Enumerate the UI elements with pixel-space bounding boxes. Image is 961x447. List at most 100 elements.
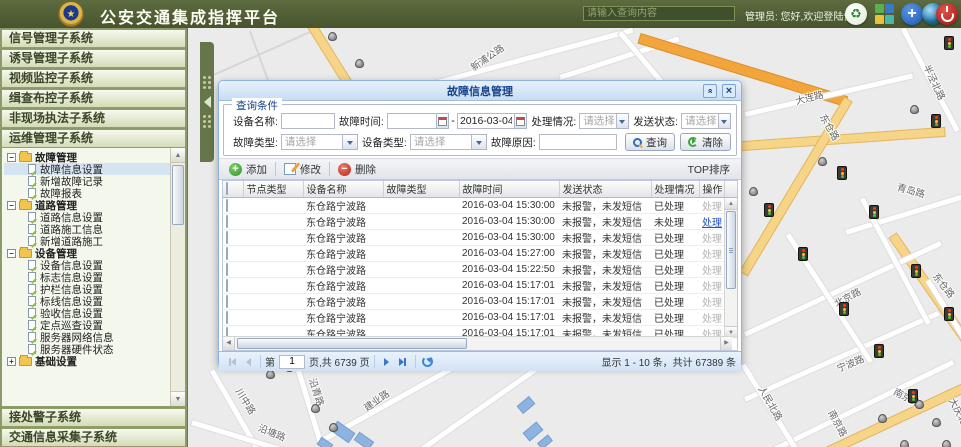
traffic-light-icon[interactable] bbox=[944, 36, 954, 50]
camera-icon[interactable] bbox=[329, 423, 338, 432]
col-fault-type[interactable]: 故障类型 bbox=[383, 181, 459, 197]
table-row[interactable]: 东仓路宁波路 2016-03-04 15:17:01 未报警，未发短信 已处理 … bbox=[223, 277, 732, 293]
collapse-dialog-icon[interactable]: » bbox=[703, 84, 717, 98]
camera-icon[interactable] bbox=[749, 187, 758, 196]
sidebar-panel-signal[interactable]: 信号管理子系统 bbox=[1, 29, 186, 48]
col-device-name[interactable]: 设备名称 bbox=[303, 181, 383, 197]
camera-icon[interactable] bbox=[942, 440, 951, 447]
scrollbar-thumb[interactable] bbox=[726, 211, 736, 289]
fault-reason-input[interactable] bbox=[539, 134, 617, 150]
camera-icon[interactable] bbox=[355, 59, 364, 68]
calendar-icon[interactable] bbox=[437, 113, 449, 129]
camera-icon[interactable] bbox=[266, 370, 275, 379]
row-checkbox[interactable] bbox=[226, 247, 228, 260]
traffic-light-icon[interactable] bbox=[837, 166, 847, 180]
grid-apps-icon[interactable] bbox=[873, 3, 895, 25]
tree-collapse-icon[interactable]: − bbox=[7, 153, 16, 162]
col-handle-status[interactable]: 处理情况 bbox=[651, 181, 699, 197]
dialog-titlebar[interactable]: 故障信息管理 » × bbox=[219, 81, 741, 101]
table-row[interactable]: 东仓路宁波路 2016-03-04 15:22:50 未报警，未发短信 已处理 … bbox=[223, 261, 732, 277]
refresh-button[interactable] bbox=[420, 354, 436, 370]
scroll-up-icon[interactable]: ▲ bbox=[171, 148, 185, 163]
search-button[interactable]: 查询 bbox=[625, 133, 675, 151]
traffic-light-icon[interactable] bbox=[944, 307, 954, 321]
power-icon[interactable] bbox=[936, 3, 958, 25]
row-checkbox[interactable] bbox=[226, 263, 228, 276]
fault-time-to-input[interactable] bbox=[457, 113, 515, 129]
table-row[interactable]: 东仓路宁波路 2016-03-04 15:30:00 未报警，未发短信 已处理 … bbox=[223, 229, 732, 245]
last-page-button[interactable] bbox=[395, 354, 411, 370]
sidebar-panel-ops-active[interactable]: 运维管理子系统 bbox=[1, 129, 186, 148]
tree-collapse-icon[interactable]: − bbox=[7, 249, 16, 258]
calendar-icon[interactable] bbox=[515, 113, 527, 129]
row-checkbox[interactable] bbox=[226, 295, 228, 308]
header-search-input[interactable] bbox=[583, 6, 735, 21]
row-checkbox[interactable] bbox=[226, 231, 228, 244]
chevron-down-icon[interactable] bbox=[617, 113, 629, 129]
table-row[interactable]: 东仓路宁波路 2016-03-04 15:30:00 未报警，未发短信 未处理 … bbox=[223, 213, 732, 229]
scrollbar-thumb[interactable] bbox=[172, 165, 184, 225]
camera-icon[interactable] bbox=[932, 418, 941, 427]
traffic-light-icon[interactable] bbox=[764, 203, 774, 217]
chevron-down-icon[interactable] bbox=[343, 134, 358, 150]
handle-action-link[interactable]: 处理 bbox=[702, 218, 722, 229]
traffic-light-icon[interactable] bbox=[798, 247, 808, 261]
tree-item-fault-report[interactable]: 故障报表 bbox=[4, 187, 185, 199]
sidebar-panel-traffic-collection[interactable]: 交通信息采集子系统 bbox=[1, 428, 186, 447]
traffic-light-icon[interactable] bbox=[911, 264, 921, 278]
fault-type-select[interactable]: 请选择 bbox=[281, 134, 343, 150]
traffic-light-icon[interactable] bbox=[869, 205, 879, 219]
sidebar-panel-offsite[interactable]: 非现场执法子系统 bbox=[1, 109, 186, 128]
camera-icon[interactable] bbox=[328, 32, 337, 41]
select-all-checkbox[interactable] bbox=[226, 182, 228, 195]
scroll-up-icon[interactable]: ▲ bbox=[725, 198, 737, 210]
sidebar-collapse-handle[interactable] bbox=[200, 42, 214, 162]
col-node-type[interactable]: 节点类型 bbox=[243, 181, 303, 197]
tree-collapse-icon[interactable]: − bbox=[7, 201, 16, 210]
tree-item-new-road-construction[interactable]: 新增道路施工 bbox=[4, 235, 185, 247]
row-checkbox[interactable] bbox=[226, 215, 228, 228]
sidebar-panel-investigation[interactable]: 缉查布控子系统 bbox=[1, 89, 186, 108]
grid-vertical-scrollbar[interactable]: ▲ ▼ bbox=[724, 198, 737, 338]
scroll-left-icon[interactable]: ◀ bbox=[223, 337, 235, 350]
device-name-input[interactable] bbox=[281, 113, 335, 129]
camera-icon[interactable] bbox=[878, 414, 887, 423]
fault-time-from-input[interactable] bbox=[387, 113, 437, 129]
plus-icon[interactable]: + bbox=[901, 3, 923, 25]
camera-icon[interactable] bbox=[311, 404, 320, 413]
col-fault-time[interactable]: 故障时间 bbox=[459, 181, 559, 197]
camera-icon[interactable] bbox=[818, 157, 827, 166]
sidebar-panel-guidance[interactable]: 诱导管理子系统 bbox=[1, 49, 186, 68]
row-checkbox[interactable] bbox=[226, 279, 228, 292]
traffic-light-icon[interactable] bbox=[839, 302, 849, 316]
traffic-light-icon[interactable] bbox=[931, 114, 941, 128]
col-send-status[interactable]: 发送状态 bbox=[559, 181, 651, 197]
first-page-button[interactable] bbox=[224, 354, 240, 370]
camera-icon[interactable] bbox=[915, 400, 924, 409]
camera-icon[interactable] bbox=[910, 105, 919, 114]
grid-horizontal-scrollbar[interactable]: ◀ ▶ bbox=[223, 336, 732, 350]
sidebar-panel-dispatch[interactable]: 接处警子系统 bbox=[1, 408, 186, 427]
tree-item-new-fault-record[interactable]: 新增故障记录 bbox=[4, 175, 185, 187]
sidebar-panel-video[interactable]: 视频监控子系统 bbox=[1, 69, 186, 88]
close-dialog-icon[interactable]: × bbox=[722, 84, 736, 98]
edit-button[interactable]: 修改 bbox=[279, 162, 326, 177]
handle-status-select[interactable]: 请选择 bbox=[579, 113, 616, 129]
scrollbar-thumb[interactable] bbox=[237, 338, 467, 349]
top-sort-button[interactable]: TOP排序 bbox=[688, 162, 736, 177]
tree-scrollbar[interactable]: ▲ ▼ bbox=[170, 148, 185, 406]
tree-expand-icon[interactable]: + bbox=[7, 357, 16, 366]
clear-button[interactable]: 清除 bbox=[680, 133, 731, 151]
next-page-button[interactable] bbox=[379, 354, 395, 370]
device-type-select[interactable]: 请选择 bbox=[410, 134, 472, 150]
recycle-icon[interactable]: ♻ bbox=[845, 3, 867, 25]
prev-page-button[interactable] bbox=[240, 354, 256, 370]
scroll-right-icon[interactable]: ▶ bbox=[720, 337, 732, 350]
chevron-down-icon[interactable] bbox=[719, 113, 731, 129]
camera-icon[interactable] bbox=[900, 440, 909, 447]
tree-group-basic-settings[interactable]: + 基础设置 bbox=[4, 355, 185, 367]
table-row[interactable]: 东仓路宁波路 2016-03-04 15:17:01 未报警，未发短信 已处理 … bbox=[223, 309, 732, 325]
tree-item-server-hardware-status[interactable]: 服务器硬件状态 bbox=[4, 343, 185, 355]
table-row[interactable]: 东仓路宁波路 2016-03-04 15:17:01 未报警，未发短信 已处理 … bbox=[223, 293, 732, 309]
chevron-down-icon[interactable] bbox=[472, 134, 487, 150]
